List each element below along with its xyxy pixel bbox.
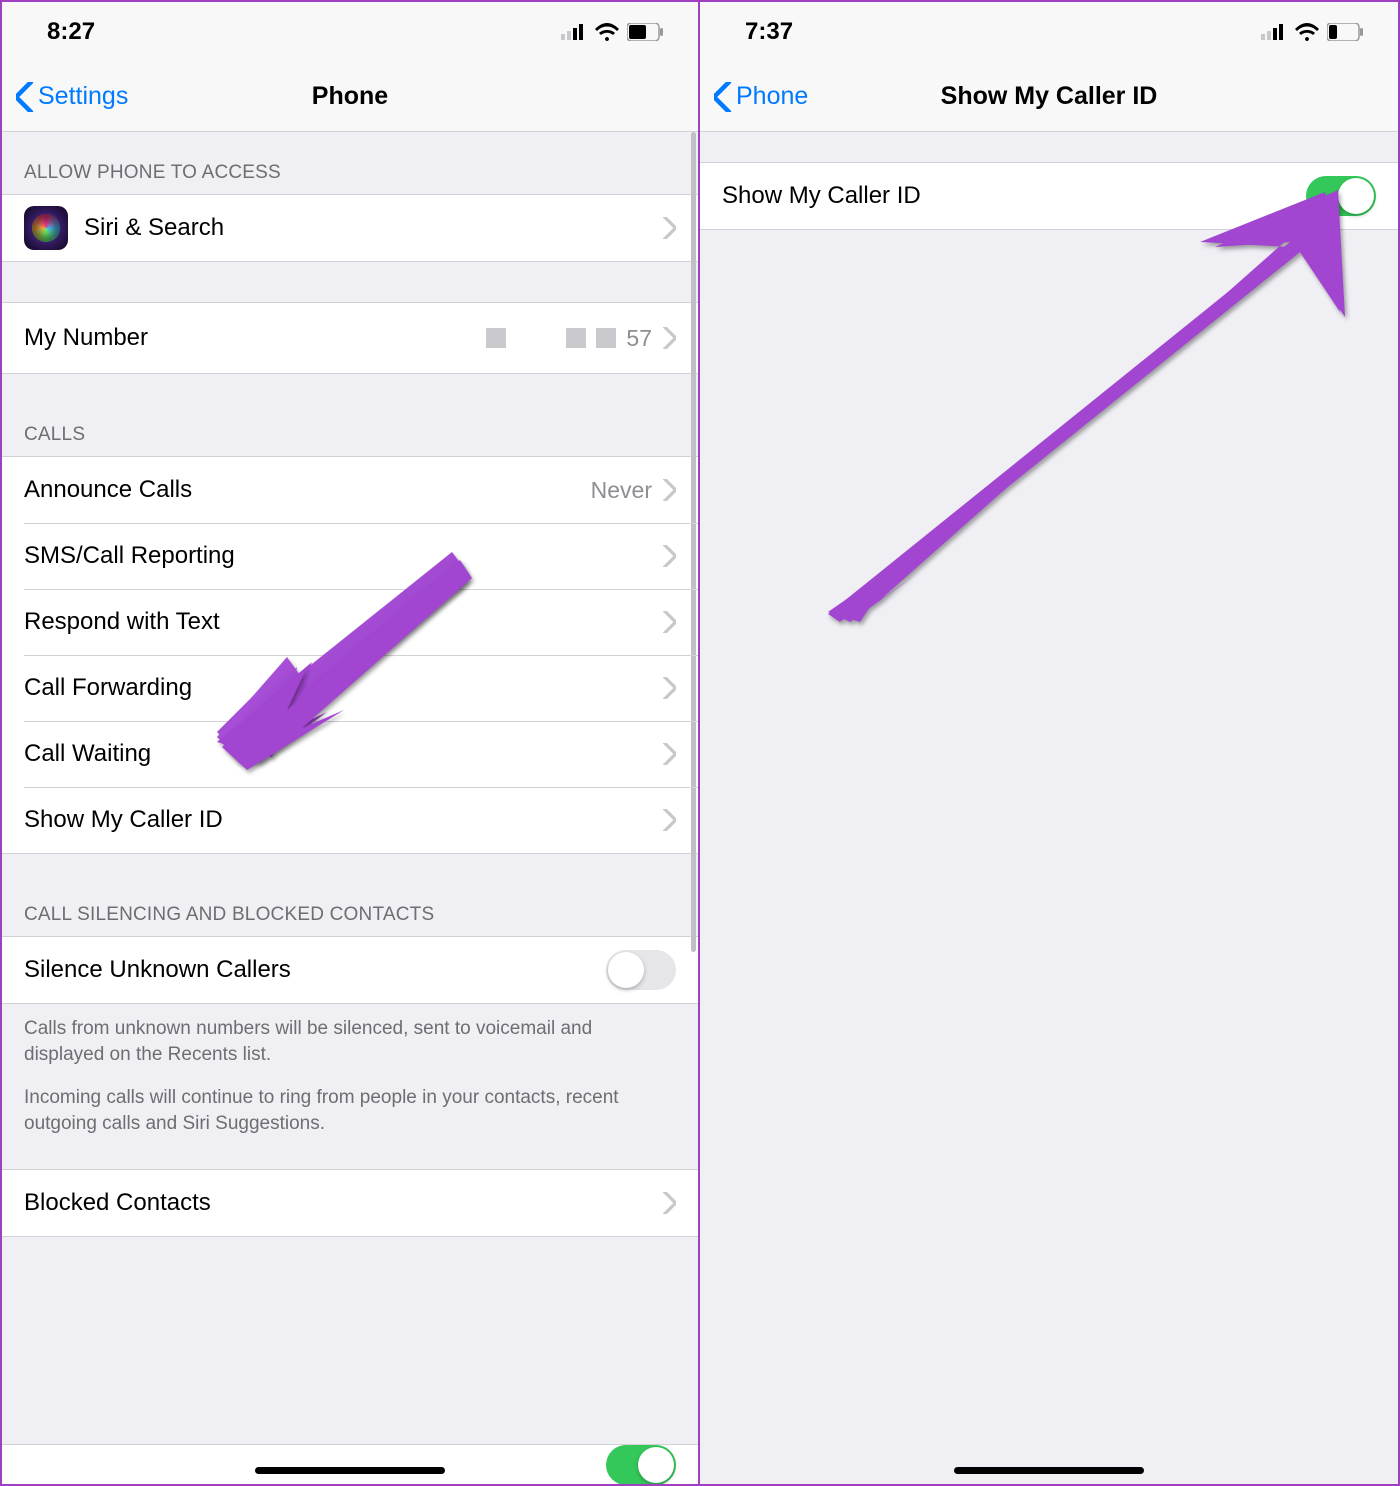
home-indicator[interactable]: [255, 1467, 445, 1474]
section-calls: CALLS Announce Calls Never SMS/Call Repo…: [2, 374, 698, 854]
row-respond-with-text[interactable]: Respond with Text: [2, 589, 698, 655]
row-value-redacted: 57: [486, 325, 652, 352]
wifi-icon: [1295, 23, 1319, 41]
section-header-access: ALLOW PHONE TO ACCESS: [2, 132, 698, 194]
cellular-signal-icon: [1261, 24, 1287, 40]
battery-icon: [1327, 23, 1363, 41]
row-label: My Number: [24, 324, 486, 352]
row-siri-search[interactable]: Siri & Search: [2, 195, 698, 261]
row-value: Never: [591, 477, 652, 504]
chevron-right-icon: [662, 479, 676, 501]
section-silencing: CALL SILENCING AND BLOCKED CONTACTS Sile…: [2, 854, 698, 1149]
status-indicators: [561, 23, 663, 41]
status-indicators: [1261, 23, 1363, 41]
siri-icon: [24, 206, 68, 250]
section-caller-id: Show My Caller ID: [700, 162, 1398, 230]
redaction-block: [486, 328, 506, 348]
status-time: 7:37: [745, 18, 793, 46]
status-bar: 7:37: [700, 2, 1398, 62]
wifi-icon: [595, 23, 619, 41]
row-peek-next: [2, 1444, 698, 1484]
row-label: Siri & Search: [84, 214, 662, 242]
section-my-number: My Number 57: [2, 262, 698, 374]
row-label: Show My Caller ID: [722, 182, 1306, 210]
nav-bar: Settings Phone: [2, 62, 698, 132]
back-label: Settings: [38, 82, 128, 111]
back-button[interactable]: Settings: [16, 82, 128, 112]
row-call-forwarding[interactable]: Call Forwarding: [2, 655, 698, 721]
row-my-number[interactable]: My Number 57: [2, 303, 698, 373]
section-header-calls: CALLS: [2, 374, 698, 456]
status-time: 8:27: [47, 18, 95, 46]
chevron-right-icon: [662, 545, 676, 567]
row-sms-call-reporting[interactable]: SMS/Call Reporting: [2, 523, 698, 589]
battery-icon: [627, 23, 663, 41]
nav-bar: Phone Show My Caller ID: [700, 62, 1398, 132]
back-label: Phone: [736, 82, 808, 111]
row-label: Silence Unknown Callers: [24, 956, 606, 984]
status-bar: 8:27: [2, 2, 698, 62]
section-footer-silencing-1: Calls from unknown numbers will be silen…: [2, 1004, 698, 1079]
chevron-left-icon: [16, 82, 34, 112]
row-label: SMS/Call Reporting: [24, 542, 662, 570]
row-label: Blocked Contacts: [24, 1189, 662, 1217]
chevron-right-icon: [662, 217, 676, 239]
phone-screen-phone-settings: 8:27 Settings Phone ALLOW PHONE TO ACCES…: [0, 0, 700, 1486]
toggle-show-my-caller-id[interactable]: [1306, 176, 1376, 216]
back-button[interactable]: Phone: [714, 82, 808, 112]
cellular-signal-icon: [561, 24, 587, 40]
redaction-block: [566, 328, 586, 348]
home-indicator[interactable]: [954, 1467, 1144, 1474]
redaction-block: [596, 328, 616, 348]
chevron-right-icon: [662, 809, 676, 831]
section-header-silencing: CALL SILENCING AND BLOCKED CONTACTS: [2, 854, 698, 936]
row-announce-calls[interactable]: Announce Calls Never: [2, 457, 698, 523]
chevron-left-icon: [714, 82, 732, 112]
row-call-waiting[interactable]: Call Waiting: [2, 721, 698, 787]
row-silence-unknown-callers[interactable]: Silence Unknown Callers: [2, 937, 698, 1003]
annotation-arrow-icon: [820, 182, 1350, 622]
phone-screen-caller-id: 7:37 Phone Show My Caller ID Show My Cal…: [700, 0, 1400, 1486]
toggle-silence-unknown[interactable]: [606, 950, 676, 990]
chevron-right-icon: [662, 1192, 676, 1214]
row-label: Call Forwarding: [24, 674, 662, 702]
chevron-right-icon: [662, 743, 676, 765]
row-label: Call Waiting: [24, 740, 662, 768]
row-show-my-caller-id-toggle[interactable]: Show My Caller ID: [700, 163, 1398, 229]
row-label: Respond with Text: [24, 608, 662, 636]
row-show-my-caller-id[interactable]: Show My Caller ID: [2, 787, 698, 853]
row-label: Announce Calls: [24, 476, 591, 504]
chevron-right-icon: [662, 611, 676, 633]
section-footer-silencing-2: Incoming calls will continue to ring fro…: [2, 1079, 698, 1148]
chevron-right-icon: [662, 327, 676, 349]
section-access: ALLOW PHONE TO ACCESS Siri & Search: [2, 132, 698, 262]
row-blocked-contacts[interactable]: Blocked Contacts: [2, 1170, 698, 1236]
toggle-peek[interactable]: [606, 1445, 676, 1485]
row-label: Show My Caller ID: [24, 806, 662, 834]
section-blocked: Blocked Contacts: [2, 1149, 698, 1237]
chevron-right-icon: [662, 677, 676, 699]
